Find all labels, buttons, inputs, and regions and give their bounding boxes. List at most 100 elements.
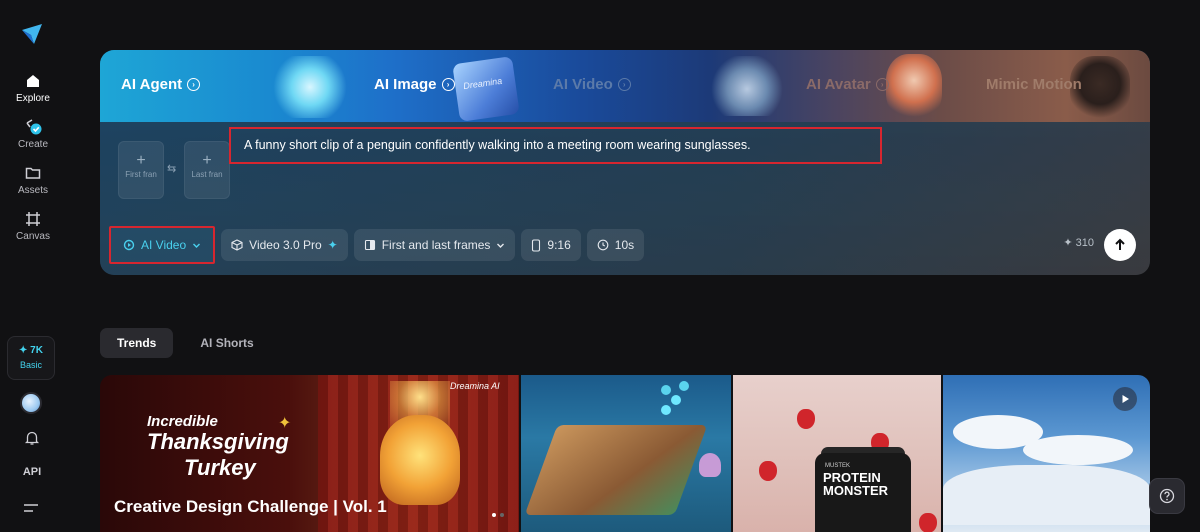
creation-panel: Dreamina AI Agent › AI Image › AI Video … xyxy=(100,50,1150,275)
cloud xyxy=(1023,435,1133,465)
frames-icon xyxy=(364,239,375,251)
arrow-right-icon: › xyxy=(187,78,201,91)
help-icon xyxy=(1159,488,1175,504)
carousel-dots xyxy=(492,513,504,517)
aspect-ratio-selector[interactable]: 9:16 xyxy=(521,229,581,261)
home-icon xyxy=(27,75,39,87)
sidebar: Explore Create Assets Canvas ✦ 7K Basic … xyxy=(0,0,66,532)
sidebar-item-label: Explore xyxy=(16,93,50,104)
tab-ai-agent[interactable]: AI Agent › xyxy=(121,76,201,93)
first-frame-label: First fran xyxy=(125,170,157,179)
feed-card-protein[interactable]: MUSTEK PROTEIN MONSTER xyxy=(733,375,941,532)
isometric-scene xyxy=(524,425,708,515)
tab-label: AI Image xyxy=(374,76,437,93)
image-art-caption: Dreamina xyxy=(462,75,503,92)
brand-watermark: Dreamina AI xyxy=(450,381,500,391)
avatar[interactable] xyxy=(20,392,42,414)
tab-label: AI Avatar xyxy=(806,76,871,93)
create-icon xyxy=(26,119,42,135)
sparkle-icon: ✦ xyxy=(327,238,338,252)
carousel-dot[interactable] xyxy=(492,513,496,517)
video-art xyxy=(710,56,784,116)
swap-icon[interactable]: ⇆ xyxy=(167,162,176,175)
prompt-input[interactable]: A funny short clip of a penguin confiden… xyxy=(244,138,751,152)
strawberry xyxy=(797,409,815,429)
carousel-dot[interactable] xyxy=(500,513,504,517)
clock-icon xyxy=(597,239,609,251)
feed-tabs: Trends AI Shorts xyxy=(100,328,271,358)
mode-tabs: Dreamina AI Agent › AI Image › AI Video … xyxy=(100,50,1150,122)
jellyfish xyxy=(699,453,721,477)
bubbles xyxy=(661,405,671,415)
plus-icon: + xyxy=(136,152,146,169)
cube-icon xyxy=(231,239,243,251)
tab-label: AI Video xyxy=(553,76,613,93)
sidebar-item-label: Assets xyxy=(17,185,48,196)
mode-label: AI Video xyxy=(141,238,187,252)
plus-icon: + xyxy=(202,152,212,169)
jar-label: PROTEIN MONSTER xyxy=(823,470,888,498)
last-frame-upload[interactable]: + Last fran xyxy=(184,141,230,199)
strawberry xyxy=(919,513,937,532)
sidebar-item-label: Create xyxy=(17,139,48,150)
tab-trends[interactable]: Trends xyxy=(100,328,174,358)
last-frame-label: Last fran xyxy=(191,170,223,179)
tab-mimic-motion[interactable]: Mimic Motion xyxy=(986,76,1082,93)
headline-line-3: Turkey xyxy=(184,455,256,480)
help-button[interactable] xyxy=(1149,478,1185,514)
credits-amount: ✦ 7K xyxy=(19,345,43,356)
dreamina-logo[interactable] xyxy=(20,22,44,46)
duration-label: 10s xyxy=(614,238,635,252)
image-art: Dreamina xyxy=(452,56,520,122)
plan-label: Basic xyxy=(19,360,42,370)
headline-line-2: Thanksgiving xyxy=(147,429,289,454)
tab-ai-image[interactable]: AI Image › xyxy=(374,76,455,93)
tab-ai-video[interactable]: AI Video › xyxy=(553,76,631,93)
video-mode-icon xyxy=(123,239,135,251)
arrow-right-icon: › xyxy=(617,78,631,91)
phone-ratio-icon xyxy=(532,238,541,252)
chevron-down-icon xyxy=(193,243,201,248)
frames-dropdown[interactable]: First and last frames xyxy=(353,229,516,261)
menu-icon[interactable] xyxy=(23,502,39,514)
sidebar-item-assets[interactable]: Assets xyxy=(0,164,66,196)
sidebar-item-label: Canvas xyxy=(16,231,50,242)
chevron-down-icon xyxy=(497,243,505,248)
tab-label: Mimic Motion xyxy=(986,76,1082,93)
arrow-right-icon: › xyxy=(441,78,455,91)
tab-ai-shorts[interactable]: AI Shorts xyxy=(183,328,270,358)
agent-art xyxy=(268,56,352,118)
tab-label: AI Agent xyxy=(121,76,183,93)
canvas-icon xyxy=(26,212,40,226)
credits-badge[interactable]: ✦ 7K Basic xyxy=(7,336,55,380)
api-link[interactable]: API xyxy=(18,466,46,478)
sidebar-item-explore[interactable]: Explore xyxy=(0,72,66,104)
feed-card-sky[interactable] xyxy=(943,375,1150,532)
sparkle-icon: ✦ xyxy=(278,415,292,432)
tab-ai-avatar[interactable]: AI Avatar › xyxy=(806,76,889,93)
prompt-panel: + First fran ⇆ + Last fran A funny short… xyxy=(100,122,1150,275)
arrow-up-icon xyxy=(1115,238,1125,250)
generation-toolbar: AI Video Video 3.0 Pro ✦ First and last … xyxy=(109,226,645,264)
bell-icon[interactable] xyxy=(24,430,40,446)
cloud xyxy=(943,465,1150,525)
jar-brand: MUSTEK xyxy=(825,463,851,469)
strawberry xyxy=(759,461,777,481)
headline-line-1: Incredible xyxy=(147,413,218,430)
duration-selector[interactable]: 10s xyxy=(586,229,645,261)
feed-card-underwater[interactable] xyxy=(521,375,731,532)
turkey-image xyxy=(380,415,460,505)
mode-dropdown[interactable]: AI Video xyxy=(109,226,216,264)
avatar-art xyxy=(886,54,942,120)
folder-icon xyxy=(25,167,41,179)
first-frame-upload[interactable]: + First fran xyxy=(118,141,164,199)
model-selector[interactable]: Video 3.0 Pro ✦ xyxy=(221,229,348,261)
generate-button[interactable] xyxy=(1104,229,1136,261)
arrow-right-icon: › xyxy=(875,78,889,91)
credit-cost: ✦ 310 xyxy=(1063,237,1094,249)
play-icon[interactable] xyxy=(1113,387,1137,411)
challenge-card[interactable]: Incredible Thanksgiving Turkey ✦ Dreamin… xyxy=(100,375,519,532)
sidebar-item-canvas[interactable]: Canvas xyxy=(0,210,66,242)
feed-cards: Incredible Thanksgiving Turkey ✦ Dreamin… xyxy=(100,375,1150,532)
sidebar-item-create[interactable]: Create xyxy=(0,118,66,150)
